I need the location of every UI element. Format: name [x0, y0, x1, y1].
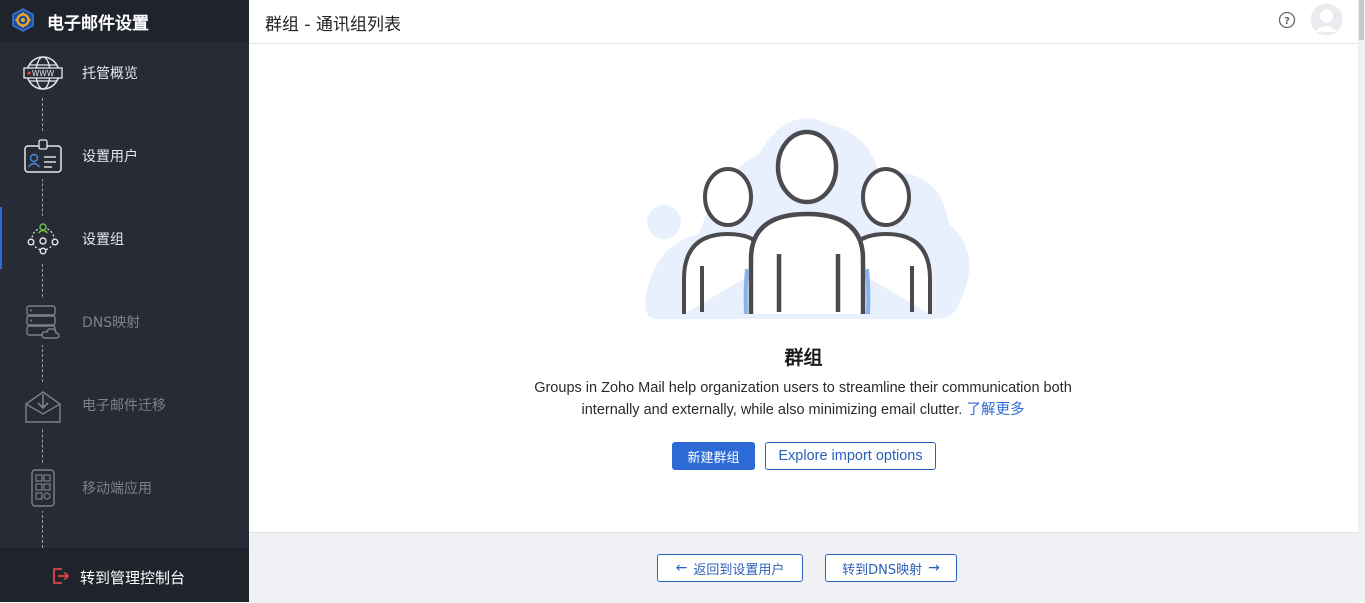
sidebar: 电子邮件设置 WWW 托管概览 设置用户 设置组 DNS映射 电子邮件迁移 移动…	[0, 0, 249, 602]
id-card-icon	[20, 133, 66, 179]
mobile-app-icon	[20, 465, 66, 511]
admin-console-label: 转到管理控制台	[80, 569, 186, 587]
server-cloud-icon	[20, 299, 66, 345]
arrow-right-icon: →	[928, 560, 940, 576]
settings-gear-logo-icon	[12, 8, 34, 32]
group-network-icon	[20, 216, 66, 262]
empty-state-description: Groups in Zoho Mail help organization us…	[528, 377, 1078, 421]
step-label: 托管概览	[82, 66, 138, 82]
step-label: DNS映射	[82, 315, 141, 331]
new-group-button[interactable]: 新建群组	[672, 442, 755, 470]
step-label: 移动端应用	[82, 481, 152, 497]
active-indicator	[0, 207, 2, 269]
globe-www-icon: WWW	[20, 50, 66, 96]
back-button-label: 返回到设置用户	[693, 562, 785, 578]
exit-icon	[53, 568, 70, 584]
top-header: 群组 - 通讯组列表 ?	[249, 0, 1358, 44]
help-icon[interactable]: ?	[1278, 11, 1296, 29]
mail-download-icon	[20, 382, 66, 428]
brand-header: 电子邮件设置	[0, 0, 249, 42]
sidebar-step-hosting-overview[interactable]: WWW 托管概览	[0, 43, 249, 103]
admin-console-link[interactable]: 转到管理控制台	[0, 548, 249, 602]
go-to-dns-mapping-button[interactable]: 转到DNS映射 →	[825, 554, 957, 582]
sidebar-step-setup-users[interactable]: 设置用户	[0, 126, 249, 186]
main-content: 群组 Groups in Zoho Mail help organization…	[249, 44, 1358, 532]
step-label: 设置组	[82, 232, 124, 248]
back-to-setup-users-button[interactable]: ← 返回到设置用户	[657, 554, 803, 582]
sidebar-step-mobile-apps[interactable]: 移动端应用	[0, 458, 249, 518]
step-label: 电子邮件迁移	[82, 398, 166, 414]
group-people-illustration	[645, 118, 970, 320]
learn-more-link[interactable]: 了解更多	[966, 402, 1024, 418]
wizard-footer: ← 返回到设置用户 转到DNS映射 →	[249, 532, 1358, 603]
sidebar-step-dns-mapping[interactable]: DNS映射	[0, 292, 249, 352]
scrollbar[interactable]	[1358, 0, 1365, 602]
sidebar-step-setup-groups[interactable]: 设置组	[0, 207, 249, 269]
next-button-label: 转到DNS映射	[842, 562, 923, 578]
sidebar-step-email-migration[interactable]: 电子邮件迁移	[0, 375, 249, 435]
page-title: 群组 - 通讯组列表	[265, 15, 401, 35]
svg-text:?: ?	[1284, 16, 1290, 27]
app-title: 电子邮件设置	[47, 14, 149, 34]
user-avatar[interactable]	[1310, 3, 1343, 36]
step-label: 设置用户	[82, 149, 138, 165]
empty-state-title: 群组	[784, 347, 823, 369]
svg-text:WWW: WWW	[32, 69, 55, 78]
arrow-left-icon: ←	[675, 560, 688, 576]
explore-import-button[interactable]: Explore import options	[765, 442, 936, 470]
